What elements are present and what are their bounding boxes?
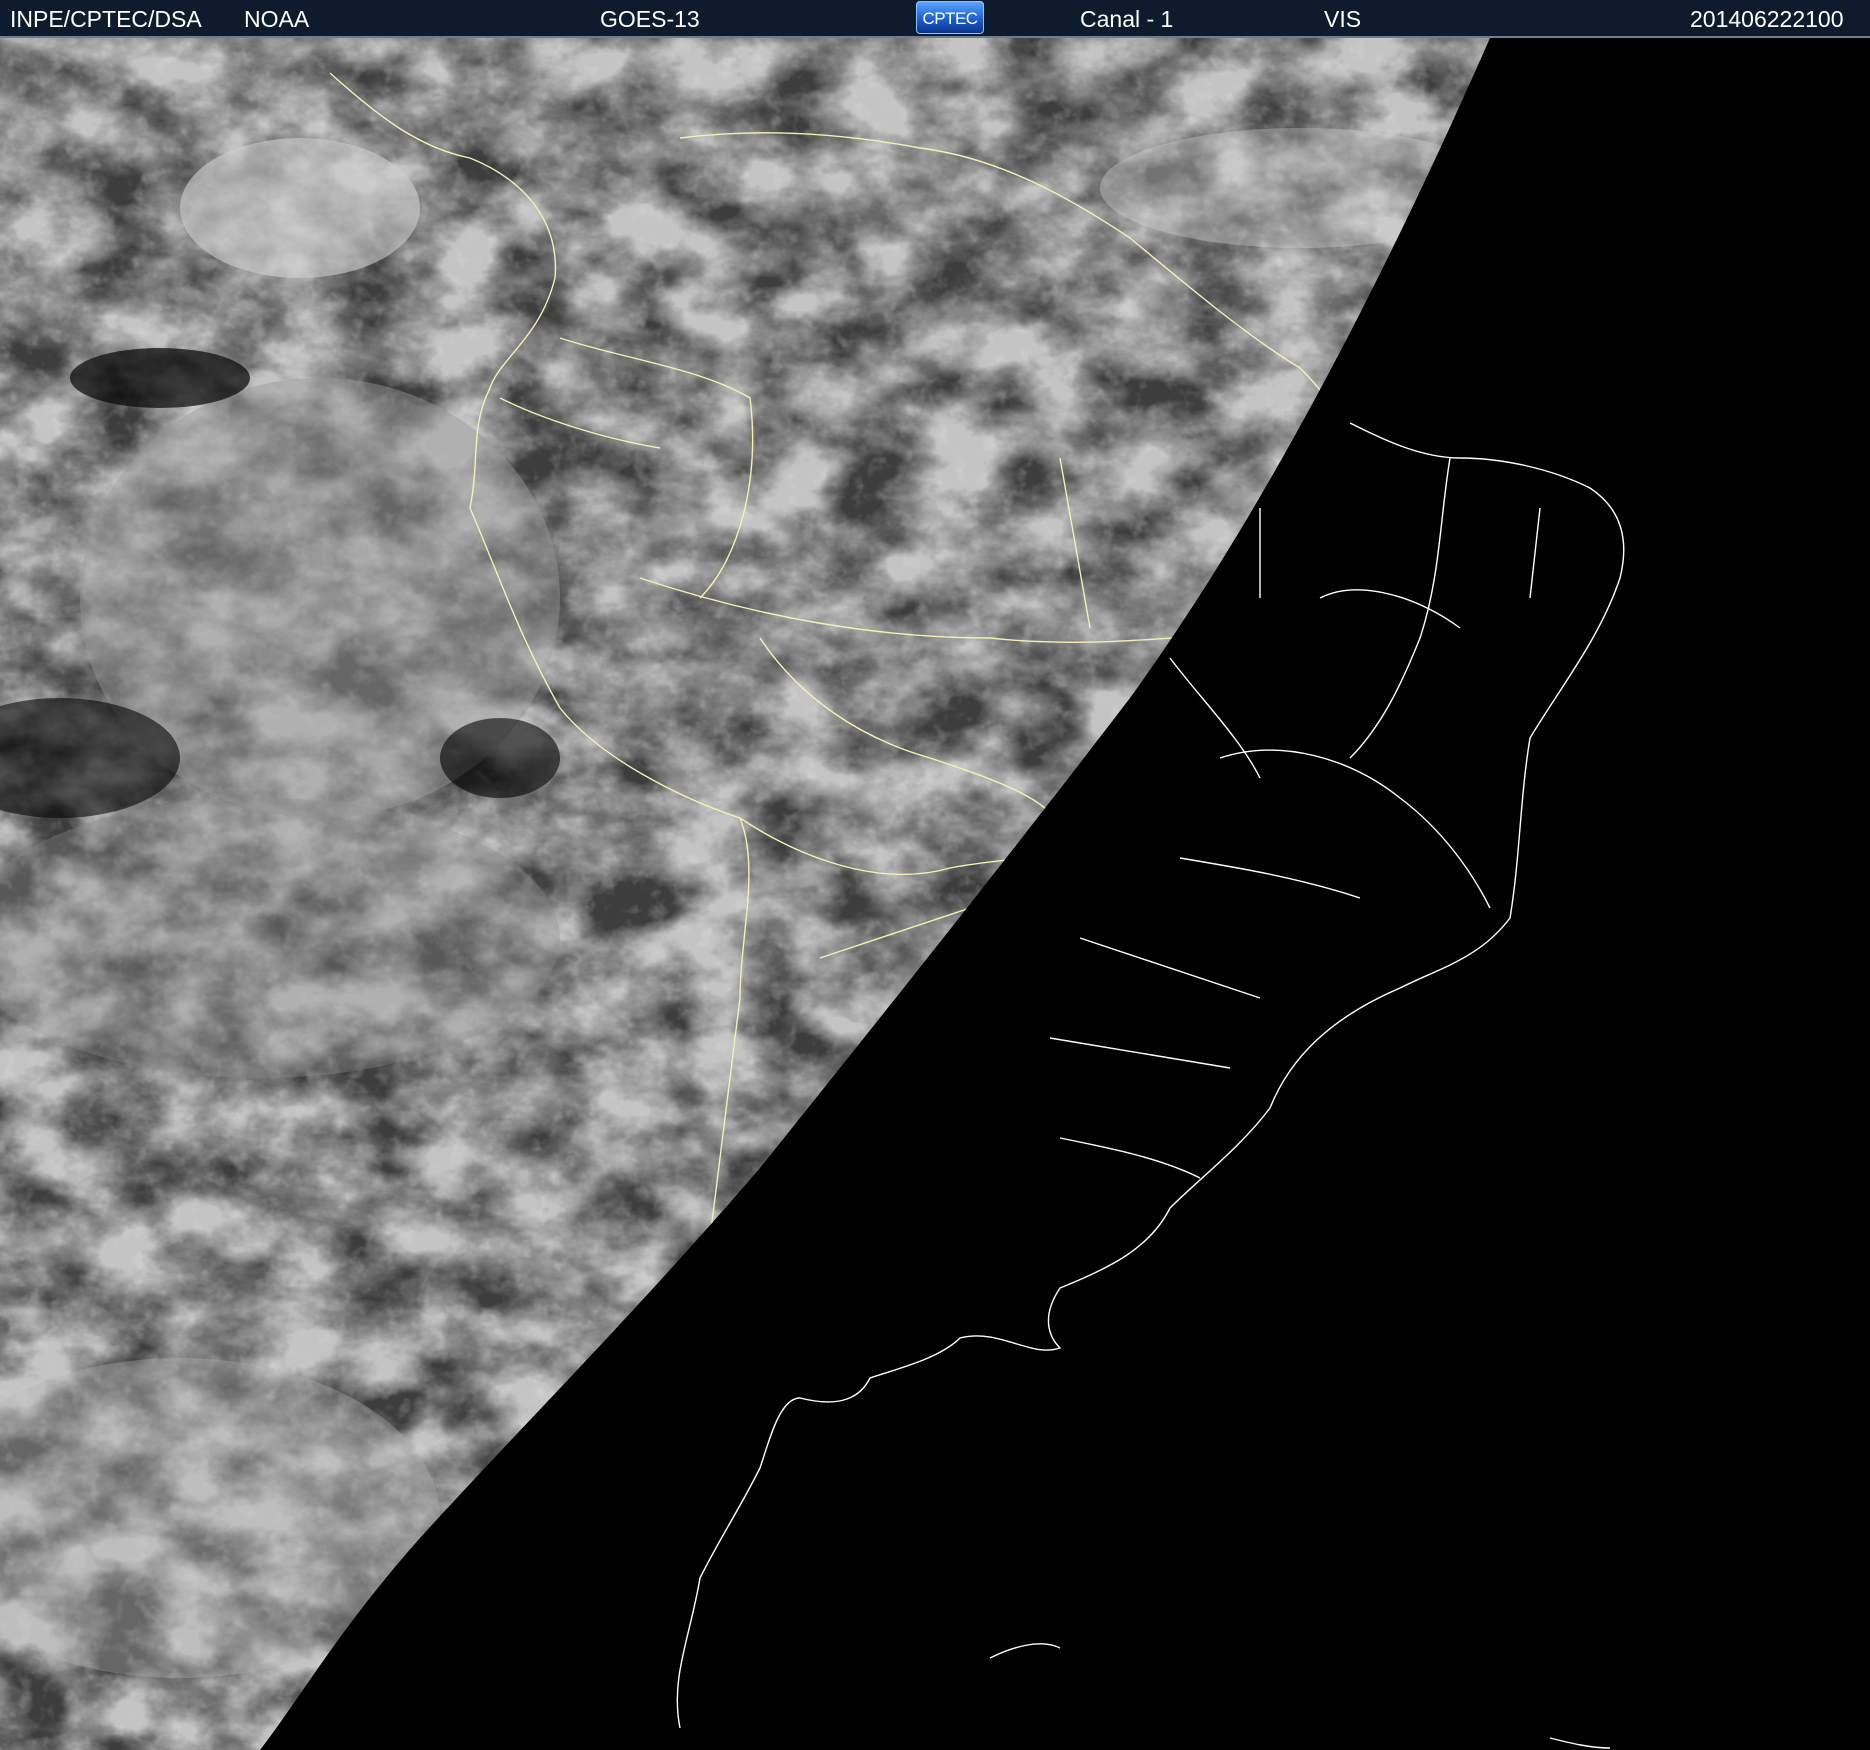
timestamp-label: 201406222100 xyxy=(1690,6,1844,32)
satellite-label: GOES-13 xyxy=(600,6,700,32)
satellite-map xyxy=(0,38,1870,1750)
band-label: VIS xyxy=(1324,6,1362,32)
cptec-logo: CPTEC xyxy=(916,1,984,34)
institution-label: INPE/CPTEC/DSA xyxy=(10,6,202,32)
agency-label: NOAA xyxy=(244,6,310,32)
cptec-logo-text: CPTEC xyxy=(922,9,978,28)
channel-label: Canal - 1 xyxy=(1080,6,1174,32)
header-bar: INPE/CPTEC/DSA NOAA GOES-13 CPTEC Canal … xyxy=(0,0,1870,38)
